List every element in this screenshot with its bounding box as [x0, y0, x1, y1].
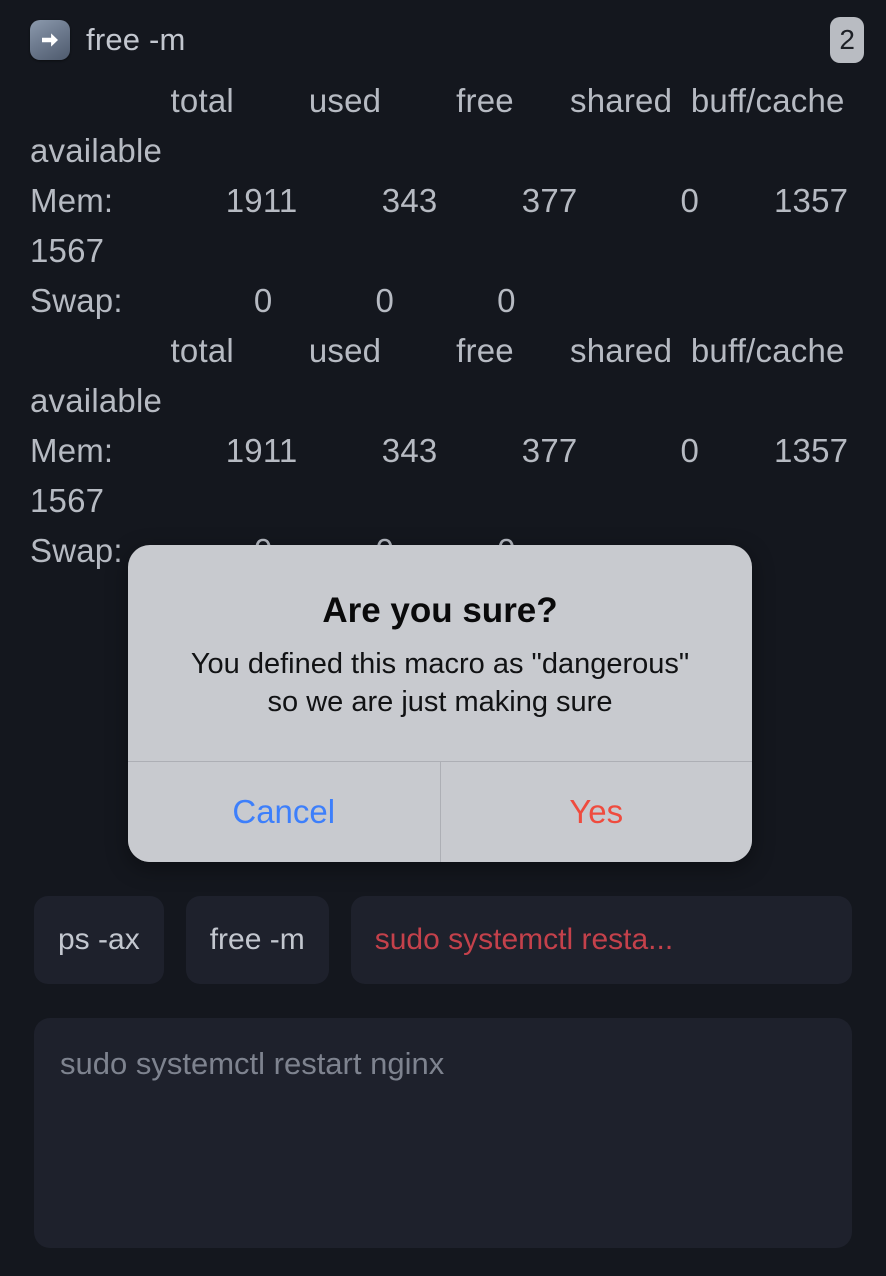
command-title: free -m: [86, 22, 186, 57]
confirm-yes-button[interactable]: Yes: [439, 762, 752, 863]
macro-chip-label: sudo systemctl resta...: [374, 923, 674, 956]
arrow-right-run-icon: [30, 20, 70, 60]
dialog-actions: Cancel Yes: [128, 761, 752, 863]
terminal-block: total used free shared buff/cache availa…: [30, 82, 849, 319]
command-input-value: sudo systemctl restart nginx: [60, 1046, 445, 1081]
macro-chip-label: ps -ax: [58, 923, 140, 956]
confirm-dialog: Are you sure? You defined this macro as …: [128, 545, 752, 863]
terminal-block: total used free shared buff/cache availa…: [30, 332, 849, 569]
dialog-body: Are you sure? You defined this macro as …: [128, 545, 752, 761]
macro-chip-sudo-systemctl-restart[interactable]: sudo systemctl resta...: [350, 896, 852, 984]
command-header: free -m 2: [0, 0, 886, 63]
dialog-title: Are you sure?: [322, 591, 558, 630]
command-input[interactable]: sudo systemctl restart nginx: [34, 1018, 852, 1248]
cancel-button[interactable]: Cancel: [128, 762, 440, 863]
macro-chip-ps-ax[interactable]: ps -ax: [34, 896, 164, 984]
bottom-bar: ps -ax free -m sudo systemctl resta... s…: [0, 896, 886, 1276]
dialog-message: You defined this macro as "dangerous" so…: [190, 648, 690, 719]
macro-chip-free-m[interactable]: free -m: [185, 896, 329, 984]
run-count-badge: 2: [830, 17, 864, 63]
macro-list: ps -ax free -m sudo systemctl resta...: [34, 896, 852, 984]
macro-chip-label: free -m: [209, 923, 305, 956]
